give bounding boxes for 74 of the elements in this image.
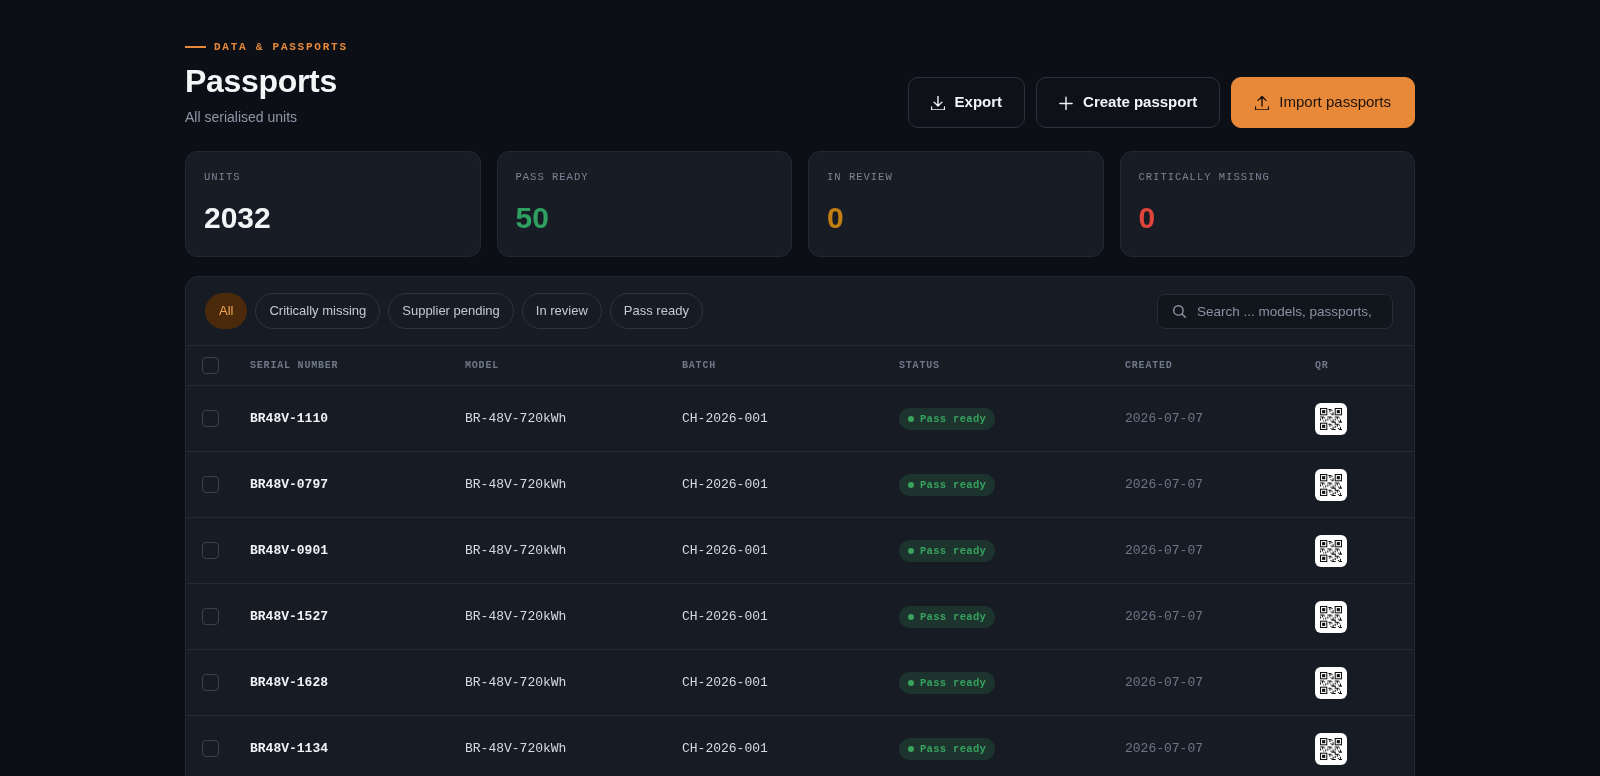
stat-value: 2032 <box>204 200 271 236</box>
import-passports-button[interactable]: Import passports <box>1231 77 1415 128</box>
section-eyebrow: DATA & PASSPORTS <box>214 40 348 54</box>
column-header: BATCH <box>682 359 716 372</box>
status-label: Pass ready <box>920 742 987 755</box>
row-checkbox[interactable] <box>202 674 219 691</box>
filter-chip[interactable]: Supplier pending <box>388 293 514 329</box>
qr-code-icon <box>1315 600 1347 633</box>
column-header: SERIAL NUMBER <box>250 359 339 372</box>
created-date-cell: 2026-07-07 <box>1125 476 1203 493</box>
serial-number-cell: BR48V-1134 <box>250 740 328 757</box>
row-checkbox[interactable] <box>202 740 219 757</box>
row-checkbox[interactable] <box>202 476 219 493</box>
batch-cell: CH-2026-001 <box>682 740 768 757</box>
filter-chip[interactable]: All <box>205 293 248 329</box>
qr-code-icon <box>1315 732 1347 765</box>
status-label: Pass ready <box>920 610 987 623</box>
stat-label: CRITICALLY MISSING <box>1138 170 1270 184</box>
filter-chip[interactable]: In review <box>521 293 602 329</box>
accent-line <box>185 46 206 48</box>
batch-cell: CH-2026-001 <box>682 542 768 559</box>
page-title: Passports <box>185 62 338 101</box>
row-checkbox[interactable] <box>202 542 219 559</box>
stat-value: 0 <box>827 200 844 236</box>
model-cell: BR-48V-720kWh <box>465 740 567 757</box>
filter-chip[interactable]: Critically missing <box>255 293 381 329</box>
column-header: MODEL <box>465 359 499 372</box>
column-header: QR <box>1315 359 1329 372</box>
qr-code-icon <box>1315 534 1347 567</box>
stat-value: 0 <box>1138 200 1156 236</box>
export-button[interactable]: Export <box>907 77 1026 128</box>
serial-number-cell: BR48V-0901 <box>250 542 328 559</box>
batch-cell: CH-2026-001 <box>682 476 768 493</box>
stat-label: IN REVIEW <box>827 170 893 184</box>
column-header: CREATED <box>1125 359 1173 372</box>
select-all-checkbox[interactable] <box>202 357 219 374</box>
status-label: Pass ready <box>920 544 987 557</box>
serial-number-cell: BR48V-1628 <box>250 674 328 691</box>
search-icon <box>1173 304 1186 318</box>
search-field[interactable]: Search ... models, passports, <box>1157 293 1393 329</box>
status-label: Pass ready <box>920 478 987 491</box>
download-icon <box>930 95 945 110</box>
row-checkbox[interactable] <box>202 410 219 427</box>
batch-cell: CH-2026-001 <box>682 608 768 625</box>
model-cell: BR-48V-720kWh <box>465 476 567 493</box>
filter-chip[interactable]: Pass ready <box>609 293 703 329</box>
stat-label: UNITS <box>204 170 241 184</box>
plus-icon <box>1059 95 1074 110</box>
upload-icon <box>1255 95 1270 110</box>
row-checkbox[interactable] <box>202 608 219 625</box>
qr-code-icon <box>1315 468 1347 501</box>
stat-label: PASS READY <box>515 170 589 184</box>
created-date-cell: 2026-07-07 <box>1125 608 1203 625</box>
serial-number-cell: BR48V-1110 <box>250 410 328 427</box>
batch-cell: CH-2026-001 <box>682 674 768 691</box>
serial-number-cell: BR48V-1527 <box>250 608 328 625</box>
model-cell: BR-48V-720kWh <box>465 542 567 559</box>
column-header: STATUS <box>899 359 940 372</box>
created-date-cell: 2026-07-07 <box>1125 542 1203 559</box>
serial-number-cell: BR48V-0797 <box>250 476 328 493</box>
page-subtitle: All serialised units <box>185 108 299 127</box>
batch-cell: CH-2026-001 <box>682 410 768 427</box>
created-date-cell: 2026-07-07 <box>1125 674 1203 691</box>
status-label: Pass ready <box>920 412 987 425</box>
created-date-cell: 2026-07-07 <box>1125 740 1203 757</box>
model-cell: BR-48V-720kWh <box>465 608 567 625</box>
model-cell: BR-48V-720kWh <box>465 410 567 427</box>
created-date-cell: 2026-07-07 <box>1125 410 1203 427</box>
stat-value: 50 <box>515 200 549 236</box>
qr-code-icon <box>1315 666 1347 699</box>
qr-code-icon <box>1315 402 1347 435</box>
model-cell: BR-48V-720kWh <box>465 674 567 691</box>
status-label: Pass ready <box>920 676 987 689</box>
create-passport-button[interactable]: Create passport <box>1036 77 1221 128</box>
